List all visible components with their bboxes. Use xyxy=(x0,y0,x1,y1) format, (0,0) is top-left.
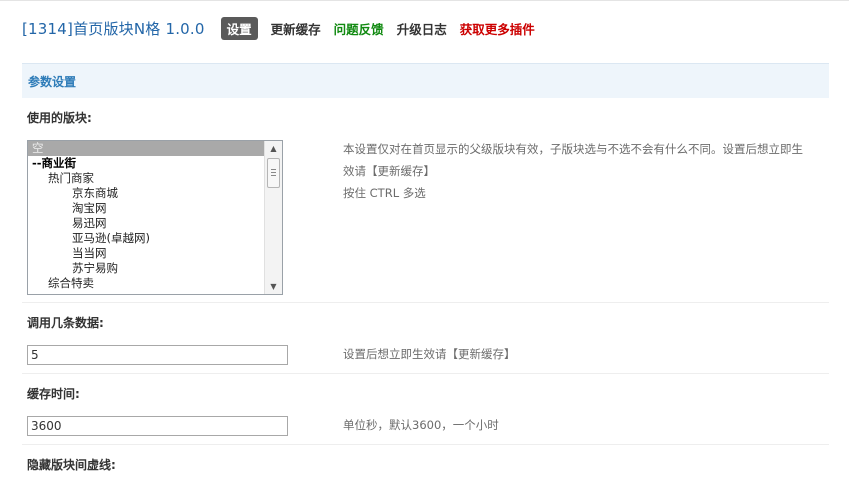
count-label: 调用几条数据: xyxy=(27,316,104,330)
forum-option[interactable]: 淘宝网 xyxy=(28,201,264,216)
forum-option[interactable]: 综合特卖 xyxy=(28,276,264,291)
top-border xyxy=(0,0,849,1)
row-divider xyxy=(22,302,829,303)
forums-hint-line: 按住 CTRL 多选 xyxy=(343,186,426,200)
nav-more-plugins[interactable]: 获取更多插件 xyxy=(460,19,535,38)
plugin-nav: 设置 更新缓存 问题反馈 升级日志 获取更多插件 xyxy=(220,16,548,40)
row-divider xyxy=(22,444,829,445)
header: [1314]首页版块N格 1.0.0 设置 更新缓存 问题反馈 升级日志 获取更… xyxy=(22,16,548,40)
forum-option[interactable]: 苏宁易购 xyxy=(28,261,264,276)
forums-label: 使用的版块: xyxy=(27,111,92,125)
scroll-down-icon[interactable]: ▼ xyxy=(265,279,282,294)
plugin-title: [1314]首页版块N格 1.0.0 xyxy=(22,19,205,38)
forums-hint-line: 效请【更新缓存】 xyxy=(343,164,435,178)
forums-option-list[interactable]: 空 --商业街 热门商家 京东商城 淘宝网 易迅网 亚马逊(卓越网) 当当网 苏宁易购 综合特卖 xyxy=(28,141,264,294)
section-header: 参数设置 xyxy=(22,63,829,98)
forums-hint-line: 本设置仅对在首页显示的父级版块有效，子版块选与不选不会有什么不同。设置后想立即生 xyxy=(343,142,803,156)
count-input[interactable]: 5 xyxy=(27,345,288,365)
forum-option[interactable]: 当当网 xyxy=(28,246,264,261)
scroll-thumb[interactable] xyxy=(267,158,280,188)
row-divider xyxy=(22,373,829,374)
cache-time-input[interactable]: 3600 xyxy=(27,416,288,436)
forums-multiselect[interactable]: 空 --商业街 热门商家 京东商城 淘宝网 易迅网 亚马逊(卓越网) 当当网 苏宁易购 综合特卖 … xyxy=(27,140,283,295)
forums-scrollbar[interactable]: ▲ ▼ xyxy=(264,141,282,294)
cache-hint: 单位秒，默认3600，一个小时 xyxy=(343,418,499,432)
forum-option[interactable]: 京东商城 xyxy=(28,186,264,201)
forum-option[interactable]: 易迅网 xyxy=(28,216,264,231)
nav-update-cache[interactable]: 更新缓存 xyxy=(271,19,321,38)
count-hint: 设置后想立即生效请【更新缓存】 xyxy=(343,347,516,361)
scroll-up-icon[interactable]: ▲ xyxy=(265,141,282,156)
forum-option[interactable]: 亚马逊(卓越网) xyxy=(28,231,264,246)
forum-option[interactable]: --商业街 xyxy=(28,156,264,171)
section-title: 参数设置 xyxy=(28,75,77,89)
forum-option[interactable]: 热门商家 xyxy=(28,171,264,186)
cache-label: 缓存时间: xyxy=(27,387,80,401)
forum-option[interactable]: 空 xyxy=(28,141,264,156)
nav-settings[interactable]: 设置 xyxy=(220,16,258,40)
hide-dashed-label: 隐藏版块间虚线: xyxy=(27,458,116,472)
nav-changelog[interactable]: 升级日志 xyxy=(397,19,447,38)
forums-hint: 本设置仅对在首页显示的父级版块有效，子版块选与不选不会有什么不同。设置后想立即生… xyxy=(343,138,833,204)
nav-feedback[interactable]: 问题反馈 xyxy=(334,19,384,38)
